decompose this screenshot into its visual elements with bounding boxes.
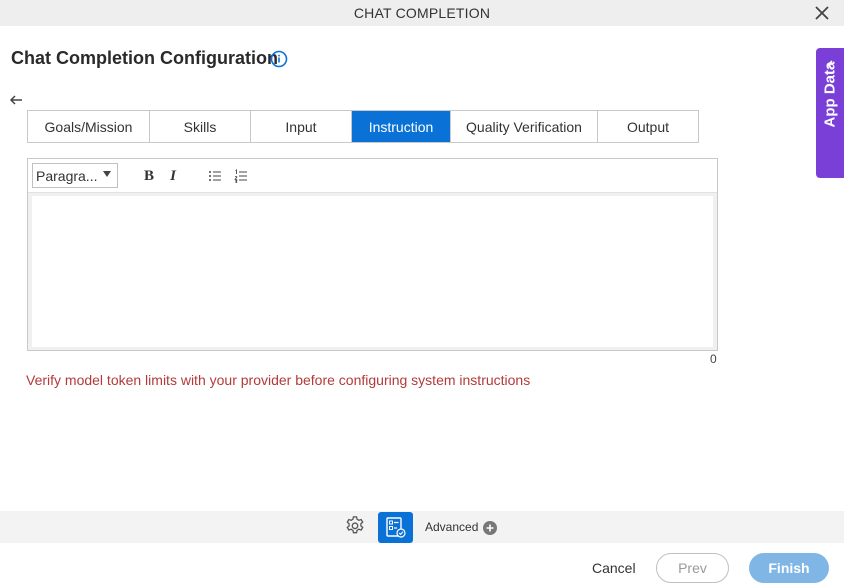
- bottom-toolbar: [0, 511, 844, 543]
- numbered-list-button[interactable]: [232, 167, 250, 185]
- tab-output[interactable]: Output: [598, 111, 698, 142]
- instruction-editor: Paragra... B I: [27, 158, 718, 351]
- app-data-label: App Data: [821, 61, 839, 128]
- info-icon[interactable]: [270, 50, 288, 68]
- paragraph-format-select[interactable]: Paragra...: [32, 163, 118, 188]
- italic-button[interactable]: I: [164, 167, 182, 185]
- app-data-panel-toggle[interactable]: App Data: [816, 48, 844, 178]
- paragraph-format-value: Paragra...: [36, 167, 98, 184]
- window-title: CHAT COMPLETION: [353, 5, 491, 21]
- page-title: Chat Completion Configuration: [11, 48, 278, 68]
- character-count: 0: [710, 352, 717, 366]
- checklist-icon: [386, 517, 406, 538]
- title-bar: CHAT COMPLETION: [0, 0, 844, 26]
- cancel-button[interactable]: Cancel: [592, 560, 636, 576]
- bold-button[interactable]: B: [140, 167, 158, 185]
- token-limit-warning: Verify model token limits with your prov…: [26, 372, 531, 388]
- config-tabs: Goals/Mission Skills Input Instruction Q…: [27, 110, 699, 143]
- instruction-text-area[interactable]: [32, 196, 713, 347]
- advanced-button[interactable]: Advanced: [425, 520, 478, 534]
- dropdown-caret-icon: [103, 171, 111, 177]
- editor-toolbar: Paragra... B I: [28, 159, 717, 193]
- tab-quality-verification[interactable]: Quality Verification: [451, 111, 598, 142]
- bulleted-list-button[interactable]: [206, 167, 224, 185]
- bulleted-list-icon: [209, 171, 221, 181]
- back-arrow-icon[interactable]: [8, 92, 24, 108]
- checklist-button[interactable]: [378, 512, 413, 543]
- tab-input[interactable]: Input: [251, 111, 352, 142]
- tab-skills[interactable]: Skills: [150, 111, 251, 142]
- plus-circle-icon[interactable]: [483, 521, 497, 535]
- gear-icon[interactable]: [344, 515, 366, 537]
- tab-goals-mission[interactable]: Goals/Mission: [28, 111, 150, 142]
- close-icon[interactable]: [812, 3, 832, 23]
- finish-button[interactable]: Finish: [749, 553, 829, 583]
- numbered-list-icon: [234, 169, 247, 183]
- tab-instruction[interactable]: Instruction: [352, 111, 451, 142]
- prev-button[interactable]: Prev: [656, 553, 729, 583]
